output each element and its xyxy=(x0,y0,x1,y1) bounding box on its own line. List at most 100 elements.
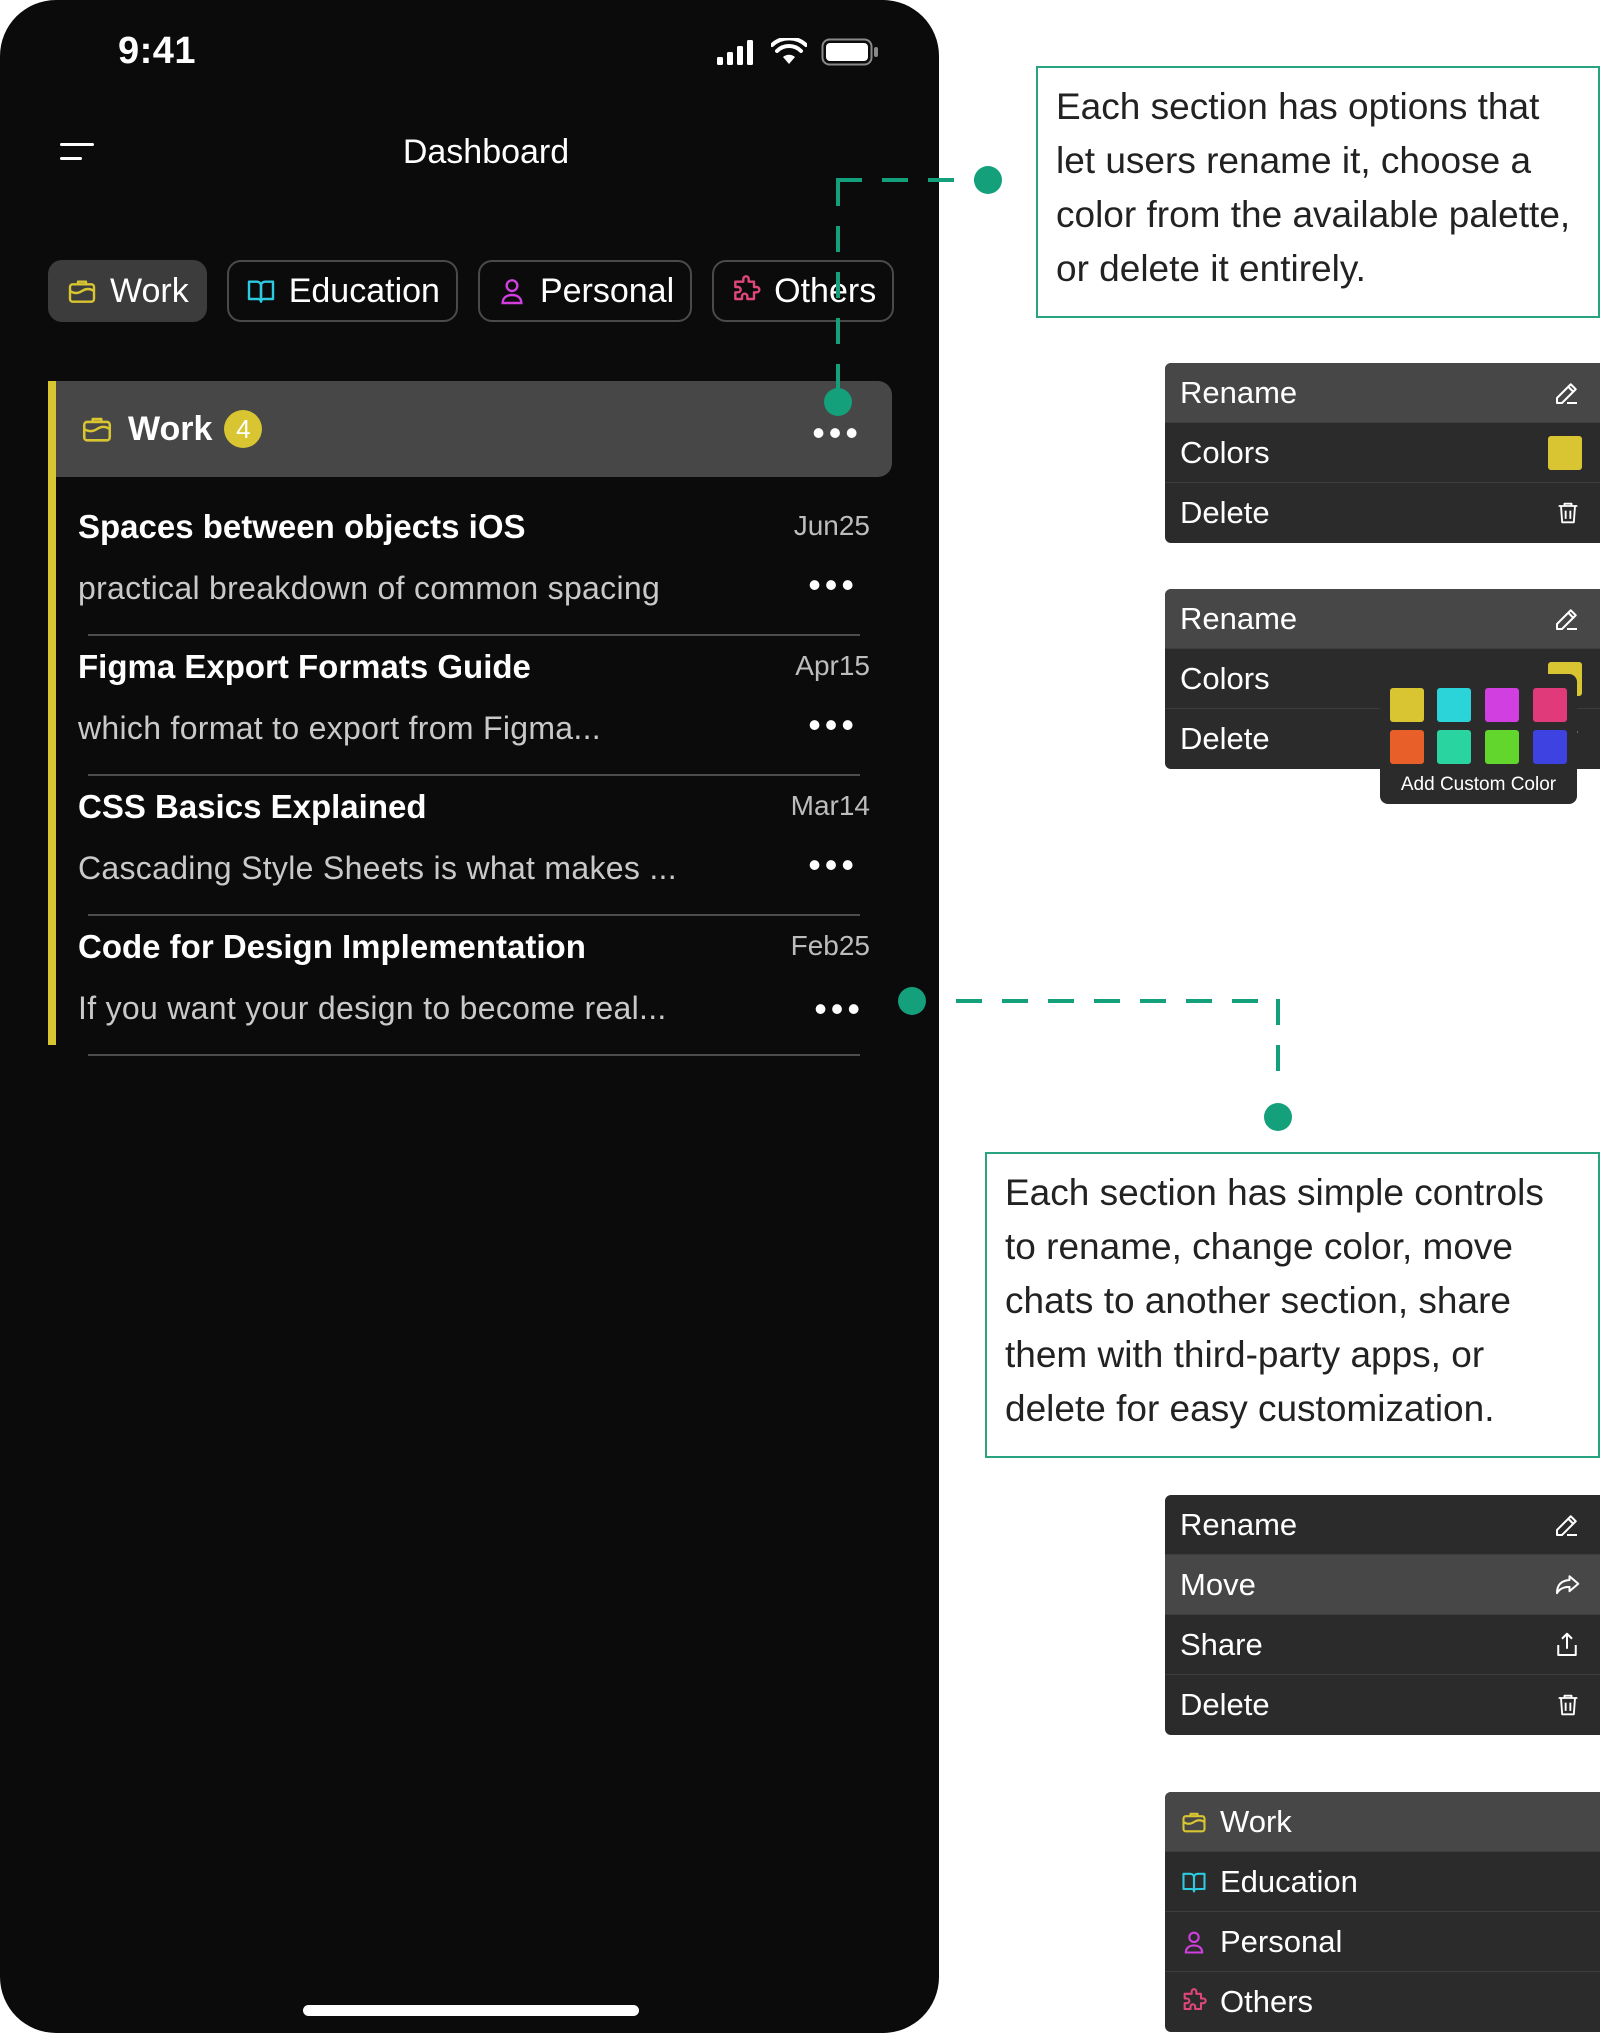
move-target-others[interactable]: Others xyxy=(1165,1972,1600,2032)
menu-item-label: Education xyxy=(1220,1863,1358,1899)
chat-title: CSS Basics Explained xyxy=(78,788,427,825)
tab-work[interactable]: Work xyxy=(48,260,207,322)
forward-arrow-icon xyxy=(1556,1574,1580,1594)
briefcase-icon xyxy=(68,280,96,303)
connector-dot xyxy=(824,388,852,416)
callout-chat-controls: Each section has simple controls to rena… xyxy=(985,1152,1600,1458)
person-icon xyxy=(501,279,523,305)
color-swatch xyxy=(1548,435,1582,470)
section-options-menu: Rename Colors Delete xyxy=(1165,363,1600,543)
move-target-personal[interactable]: Personal xyxy=(1165,1912,1600,1972)
move-target-menu: Work Education Personal Others xyxy=(1165,1792,1600,2032)
palette-swatch-pink[interactable] xyxy=(1533,688,1567,722)
chat-title: Code for Design Implementation xyxy=(78,928,586,965)
menu-item-label: Delete xyxy=(1180,495,1270,530)
color-palette-popover: Add Custom Color xyxy=(1380,674,1577,804)
pencil-icon xyxy=(1556,608,1577,630)
chat-more-button[interactable]: ••• xyxy=(814,988,864,1030)
tab-label: Personal xyxy=(539,271,675,310)
chat-options-menu: Rename Move Share Delete xyxy=(1165,1495,1600,1735)
tab-education[interactable]: Education xyxy=(226,260,458,322)
menu-item-label: Colors xyxy=(1180,434,1270,470)
share-icon xyxy=(1557,1632,1577,1656)
home-indicator xyxy=(303,2005,639,2016)
move-target-work[interactable]: Work xyxy=(1165,1792,1600,1852)
briefcase-icon xyxy=(82,417,112,442)
menu-item-delete[interactable]: Delete xyxy=(1165,483,1600,543)
section-color-bar xyxy=(48,381,56,1045)
move-target-education[interactable]: Education xyxy=(1165,1852,1600,1912)
chat-row[interactable]: CSS Basics Explained Mar14 Cascading Sty… xyxy=(78,776,870,916)
callout-section-options: Each section has options that let users … xyxy=(1036,66,1600,318)
chat-more-button[interactable]: ••• xyxy=(808,844,858,886)
trash-icon xyxy=(1558,502,1578,524)
person-icon xyxy=(1184,1931,1204,1954)
page-title: Dashboard xyxy=(402,133,570,171)
menu-item-label: Others xyxy=(1220,1984,1314,2019)
signal-icon xyxy=(717,40,753,65)
menu-item-move[interactable]: Move xyxy=(1165,1555,1600,1615)
menu-item-label: Rename xyxy=(1180,600,1298,636)
chat-preview: If you want your design to become real..… xyxy=(78,990,667,1026)
menu-item-colors[interactable]: Colors xyxy=(1165,423,1600,483)
pencil-icon xyxy=(1556,382,1577,404)
menu-item-rename[interactable]: Rename xyxy=(1165,1495,1600,1555)
connector-line xyxy=(1276,999,1280,1075)
puzzle-icon xyxy=(734,275,761,301)
palette-swatch-green[interactable] xyxy=(1485,730,1519,764)
palette-swatch-blue[interactable] xyxy=(1533,730,1567,764)
chat-row[interactable]: Code for Design Implementation Feb25 If … xyxy=(78,916,870,1056)
phone-screen: 9:41 Dashboard Work Education Personal O… xyxy=(0,0,939,2033)
section-count-badge: 4 xyxy=(224,410,263,448)
trash-icon xyxy=(1558,1694,1578,1716)
section-title: Work xyxy=(128,409,213,448)
tab-personal[interactable]: Personal xyxy=(477,260,693,322)
menu-item-share[interactable]: Share xyxy=(1165,1615,1600,1675)
connector-dot xyxy=(1264,1103,1292,1131)
menu-item-label: Move xyxy=(1180,1566,1256,1602)
connector-dot xyxy=(974,166,1002,194)
connector-line xyxy=(956,999,1280,1003)
section-tabs: Work Education Personal Others xyxy=(48,260,895,322)
chat-more-button[interactable]: ••• xyxy=(808,564,858,606)
chat-date: Apr15 xyxy=(795,650,870,681)
chat-preview: which format to export from Figma... xyxy=(78,710,601,746)
chat-row[interactable]: Figma Export Formats Guide Apr15 which f… xyxy=(78,636,870,776)
pencil-icon xyxy=(1556,1514,1577,1536)
chat-date: Feb25 xyxy=(790,930,870,961)
palette-swatch-yellow[interactable] xyxy=(1390,688,1424,722)
menu-item-label: Rename xyxy=(1180,1506,1298,1542)
tab-label: Others xyxy=(774,271,877,310)
section-more-button[interactable]: ••• xyxy=(812,415,862,451)
menu-item-delete[interactable]: Delete xyxy=(1165,1675,1600,1735)
chat-preview: Cascading Style Sheets is what makes ... xyxy=(78,850,677,886)
book-icon xyxy=(1182,1872,1206,1892)
connector-dot xyxy=(898,987,926,1015)
chat-date: Jun25 xyxy=(793,510,870,541)
menu-item-label: Colors xyxy=(1180,660,1270,696)
chat-title: Figma Export Formats Guide xyxy=(78,648,531,685)
menu-item-label: Delete xyxy=(1180,721,1270,756)
menu-item-label: Work xyxy=(1220,1803,1292,1839)
palette-swatch-cyan[interactable] xyxy=(1437,688,1471,722)
tab-others[interactable]: Others xyxy=(712,260,895,322)
add-custom-color-button[interactable]: Add Custom Color xyxy=(1380,774,1577,796)
palette-swatch-magenta[interactable] xyxy=(1485,688,1519,722)
palette-swatch-teal[interactable] xyxy=(1437,730,1471,764)
menu-item-label: Personal xyxy=(1220,1923,1343,1959)
connector-line xyxy=(836,180,840,402)
chat-more-button[interactable]: ••• xyxy=(808,704,858,746)
chat-row[interactable]: Spaces between objects iOS Jun25 practic… xyxy=(78,496,870,636)
menu-item-rename[interactable]: Rename xyxy=(1165,589,1600,649)
divider xyxy=(88,1054,860,1056)
menu-item-label: Share xyxy=(1180,1626,1263,1662)
menu-item-rename[interactable]: Rename xyxy=(1165,363,1600,423)
wifi-icon xyxy=(771,38,807,64)
battery-icon xyxy=(821,38,878,66)
menu-item-label: Delete xyxy=(1180,1687,1270,1722)
chat-date: Mar14 xyxy=(790,790,870,821)
palette-swatch-orange[interactable] xyxy=(1390,730,1424,764)
chat-preview: practical breakdown of common spacing xyxy=(78,570,661,606)
section-header[interactable]: Work 4 ••• xyxy=(56,381,892,477)
status-time: 9:41 xyxy=(118,30,197,72)
